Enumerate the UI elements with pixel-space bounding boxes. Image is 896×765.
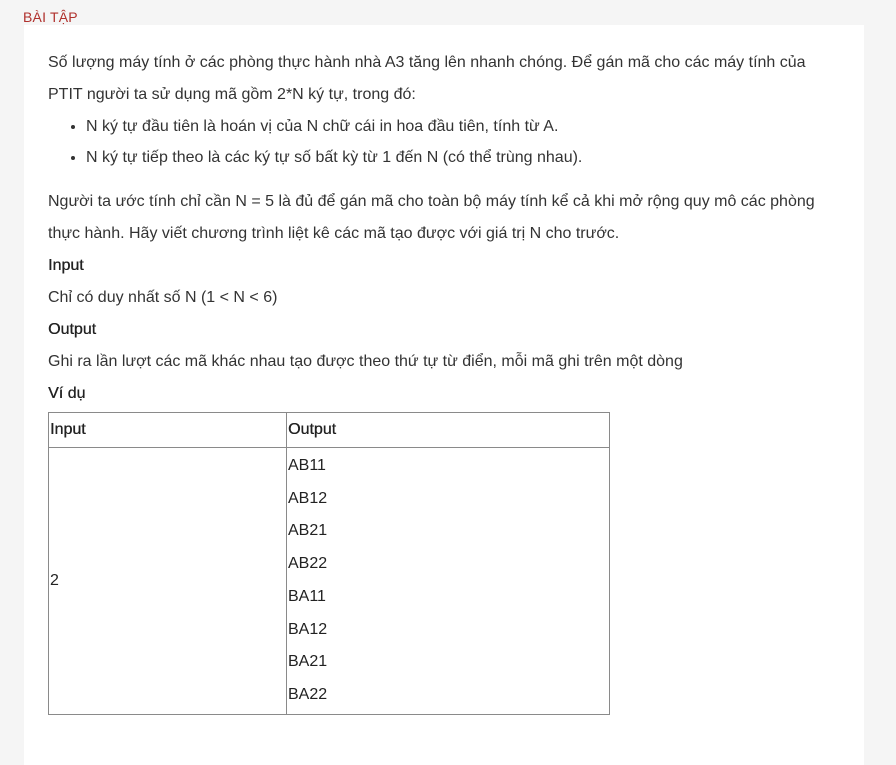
output-line: BA11 [288, 587, 326, 605]
problem-intro: Số lượng máy tính ở các phòng thực hành … [48, 54, 806, 103]
table-header-row: Input Output [48, 412, 610, 448]
table-header-input: Input [48, 412, 287, 448]
problem-task: Người ta ước tính chỉ cần N = 5 là đủ để… [48, 193, 815, 242]
list-item: N ký tự tiếp theo là các ký tự số bất kỳ… [86, 142, 838, 173]
output-line: AB21 [288, 522, 328, 540]
code-rules-list: N ký tự đầu tiên là hoán vị của N chữ cá… [48, 111, 838, 173]
table-row: 2 AB11 AB12 AB21 AB22 BA11 BA12 BA21 BA2… [48, 447, 610, 715]
output-line: AB22 [288, 555, 328, 573]
output-description: Ghi ra lần lượt các mã khác nhau tạo đượ… [48, 353, 683, 370]
example-table: Input Output 2 AB11 AB12 AB21 AB22 BA11 … [48, 412, 610, 715]
input-heading: Input [48, 257, 84, 274]
problem-card: Số lượng máy tính ở các phòng thực hành … [24, 25, 864, 765]
example-output-cell: AB11 AB12 AB21 AB22 BA11 BA12 BA21 BA22 [286, 447, 610, 715]
output-line: BA21 [288, 653, 328, 671]
section-label: BÀI TẬP [23, 9, 78, 25]
output-line: BA22 [288, 685, 328, 703]
output-heading: Output [48, 321, 97, 338]
output-line: BA12 [288, 620, 328, 638]
list-item: N ký tự đầu tiên là hoán vị của N chữ cá… [86, 111, 838, 142]
example-input-cell: 2 [48, 447, 287, 715]
output-line: AB11 [288, 457, 326, 474]
example-heading: Ví dụ [48, 385, 86, 402]
input-description: Chỉ có duy nhất số N (1 < N < 6) [48, 289, 278, 306]
table-header-output: Output [286, 412, 610, 448]
output-line: AB12 [288, 489, 328, 507]
problem-content: Số lượng máy tính ở các phòng thực hành … [48, 47, 838, 715]
